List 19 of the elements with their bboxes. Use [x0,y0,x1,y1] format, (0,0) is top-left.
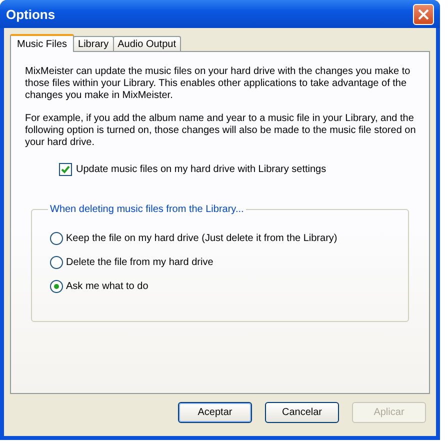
radio-button[interactable] [50,280,63,293]
dialog-button[interactable]: Cancelar [265,402,339,423]
radio-label: Keep the file on my hard drive (Just delete it from the Library) [66,233,338,244]
window-title: Options [6,6,56,22]
description-text: MixMeister can update the music files on your hard drive with the changes you make to those files within your Library. This enables other applications to take advantage of the changes you make in MixMeister. [25,66,412,102]
close-icon [418,8,429,20]
radio-label: Delete the file from my hard drive [66,257,214,268]
description-text: For example, if you add the album name and year to a music file in your Library, and the following option is turned on, those changes will also be made to the music file stored on your hard drive. [25,113,417,149]
checkbox-label: Update music files on my hard drive with Library settings [76,164,326,175]
dialog-button[interactable]: Aceptar [178,402,252,423]
tab[interactable]: Audio Output [112,36,181,51]
radio-button[interactable] [50,256,63,269]
radio-label: Ask me what to do [66,281,148,292]
tab[interactable]: Music Files [10,34,74,52]
group-title: When deleting music files from the Library... [49,204,245,215]
close-button[interactable] [413,4,434,24]
radio-button[interactable] [50,232,63,245]
checkbox[interactable] [59,163,72,176]
tab[interactable]: Library [73,36,114,51]
